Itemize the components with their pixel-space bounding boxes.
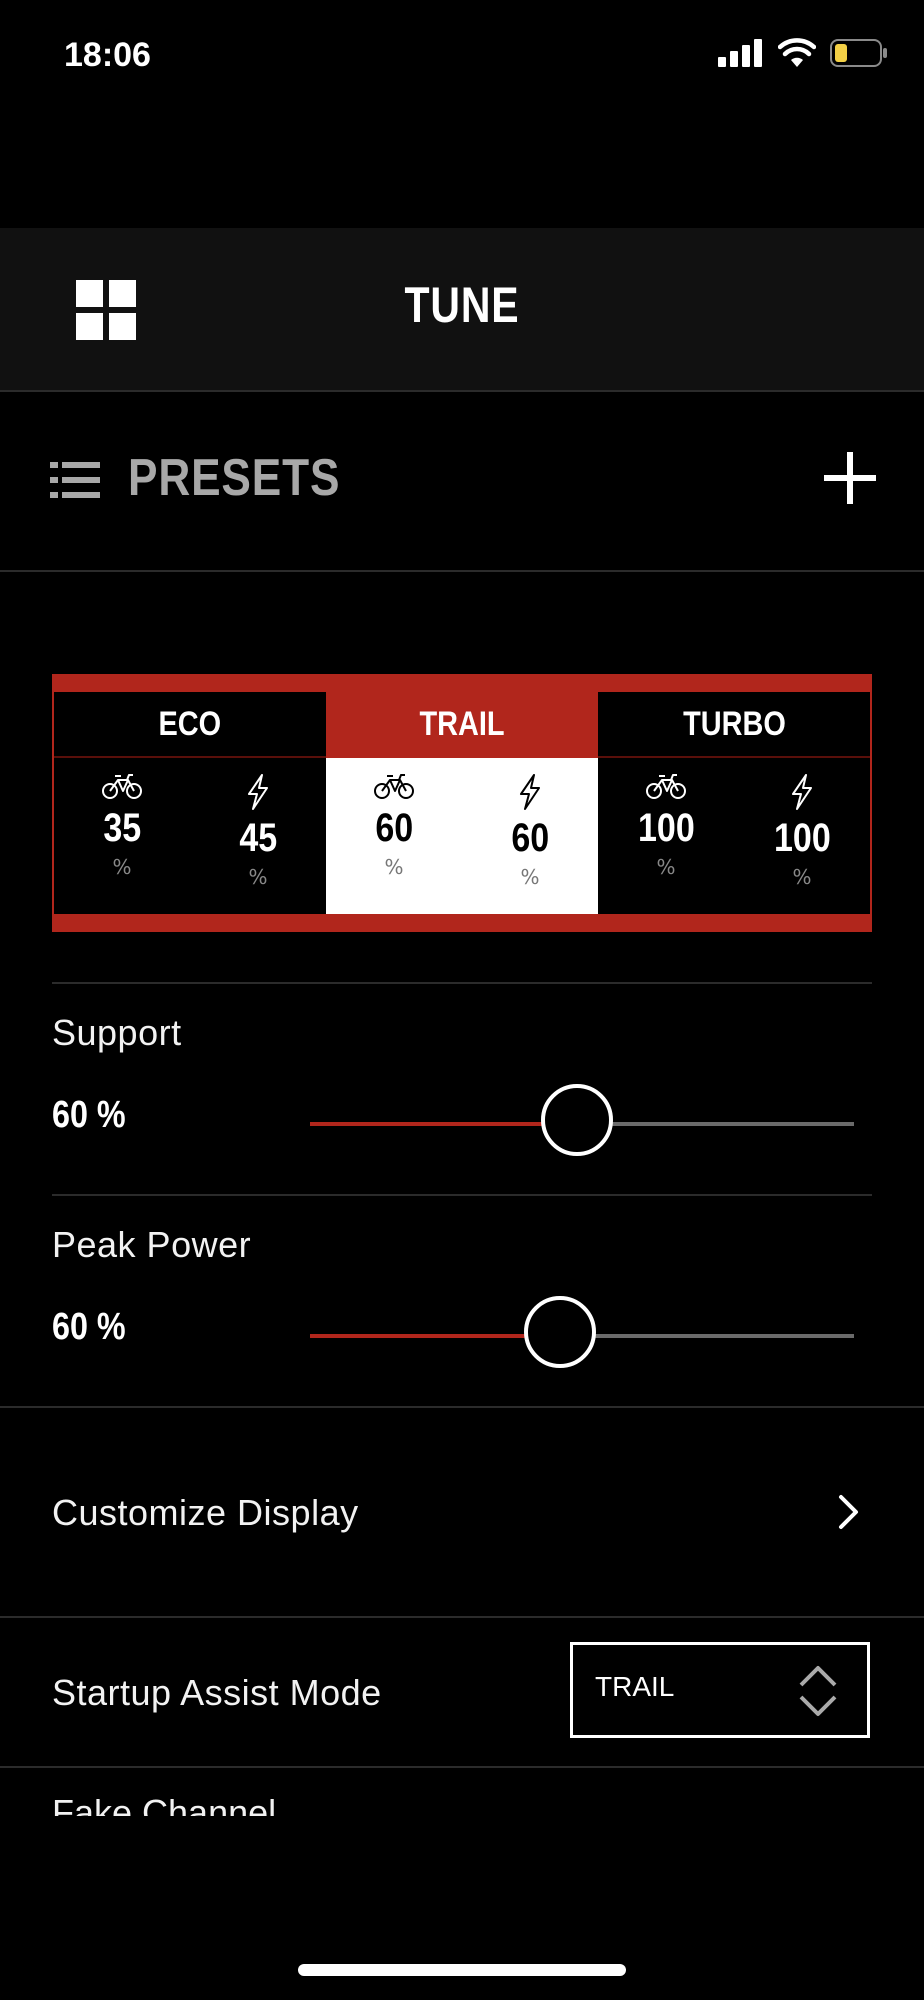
lightning-icon bbox=[520, 774, 540, 810]
page-title: TUNE bbox=[404, 277, 520, 333]
support-slider-fill bbox=[310, 1122, 577, 1126]
turbo-peak-value: 100 bbox=[773, 816, 831, 860]
eco-peak-value: 45 bbox=[239, 816, 277, 860]
support-slider-thumb[interactable] bbox=[540, 1084, 613, 1156]
mode-name: TRAIL bbox=[326, 692, 598, 758]
peak-power-slider-thumb[interactable] bbox=[524, 1296, 597, 1368]
turbo-support-value: 100 bbox=[637, 806, 695, 850]
mode-turbo[interactable]: TURBO 100 % 100 % bbox=[598, 692, 870, 914]
bike-icon bbox=[102, 774, 142, 799]
unit: % bbox=[248, 865, 268, 889]
peak-power-label: Peak Power bbox=[52, 1224, 252, 1265]
signal-icon bbox=[718, 39, 762, 67]
battery-icon bbox=[830, 39, 887, 67]
wifi-icon bbox=[778, 38, 816, 67]
lightning-icon bbox=[248, 774, 268, 810]
add-preset-icon[interactable] bbox=[824, 452, 876, 504]
peak-power-value: 60 % bbox=[52, 1306, 126, 1348]
home-indicator bbox=[298, 1964, 626, 1976]
divider bbox=[52, 982, 872, 984]
mode-name: ECO bbox=[54, 692, 326, 758]
support-value: 60 % bbox=[52, 1094, 126, 1136]
bike-icon bbox=[374, 774, 414, 799]
trail-support-value: 60 bbox=[375, 806, 413, 850]
assist-modes-panel: ECO 35 % 45 % TRAIL 60 % 60 % TURBO 100 … bbox=[52, 674, 872, 932]
status-bar: 18:06 bbox=[0, 0, 924, 110]
chevron-updown-icon bbox=[799, 1666, 837, 1716]
peak-power-slider-fill bbox=[310, 1334, 561, 1338]
mode-name: TURBO bbox=[598, 692, 870, 758]
support-label: Support bbox=[52, 1012, 182, 1053]
unit: % bbox=[384, 855, 404, 879]
fake-channel-label[interactable]: Fake Channel bbox=[52, 1794, 276, 1816]
status-icons bbox=[718, 38, 888, 68]
eco-support-value: 35 bbox=[103, 806, 141, 850]
unit: % bbox=[520, 865, 540, 889]
peak-power-slider-block: Peak Power 60 % bbox=[52, 1224, 872, 1394]
customize-display-row[interactable]: Customize Display bbox=[0, 1406, 924, 1618]
startup-assist-label: Startup Assist Mode bbox=[52, 1672, 382, 1713]
trail-peak-value: 60 bbox=[511, 816, 549, 860]
support-slider-block: Support 60 % bbox=[52, 1012, 872, 1182]
status-time: 18:06 bbox=[64, 36, 151, 74]
startup-assist-select[interactable]: TRAIL bbox=[570, 1642, 870, 1738]
presets-row[interactable]: PRESETS bbox=[0, 392, 924, 572]
startup-assist-value: TRAIL bbox=[595, 1671, 675, 1702]
divider bbox=[52, 1194, 872, 1196]
presets-label: PRESETS bbox=[128, 449, 341, 507]
mode-trail[interactable]: TRAIL 60 % 60 % bbox=[326, 692, 598, 914]
bike-icon bbox=[646, 774, 686, 799]
unit: % bbox=[792, 865, 812, 889]
customize-display-label: Customize Display bbox=[52, 1492, 359, 1533]
mode-eco[interactable]: ECO 35 % 45 % bbox=[54, 692, 326, 914]
lightning-icon bbox=[792, 774, 812, 810]
unit: % bbox=[112, 855, 132, 879]
list-icon bbox=[50, 462, 100, 498]
chevron-right-icon bbox=[839, 1495, 858, 1529]
unit: % bbox=[656, 855, 676, 879]
app-header: TUNE bbox=[0, 228, 924, 392]
